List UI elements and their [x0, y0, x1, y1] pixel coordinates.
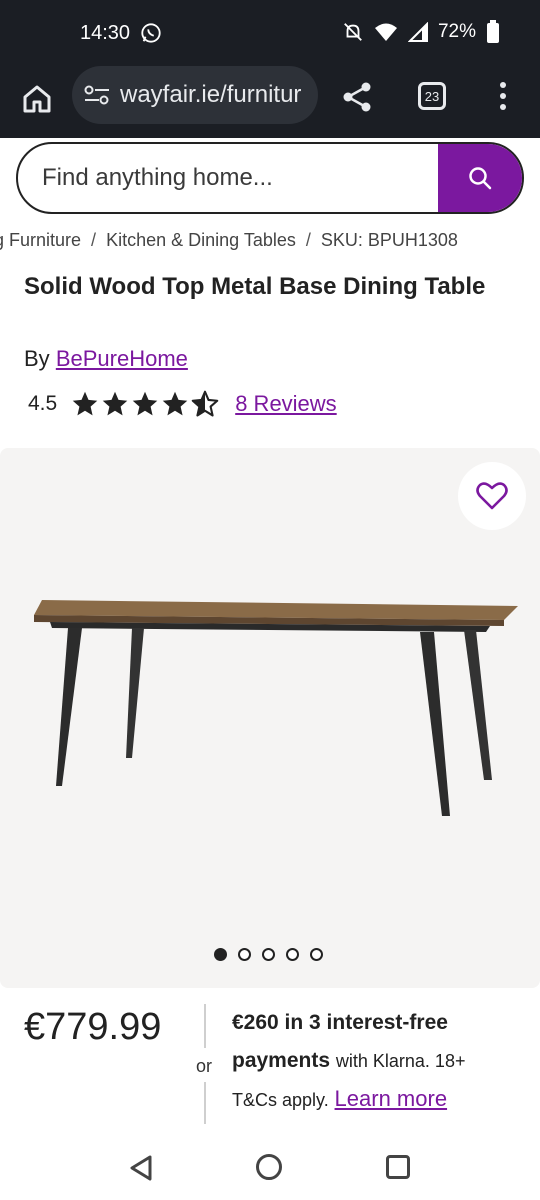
breadcrumb-item-furniture[interactable]: g Furniture — [0, 230, 81, 250]
price: €779.99 — [24, 1006, 162, 1048]
star-full-icon — [162, 391, 188, 416]
battery-icon — [487, 20, 499, 43]
star-full-icon — [102, 391, 128, 416]
gallery-dot[interactable] — [286, 948, 299, 961]
product-image[interactable] — [20, 598, 520, 838]
home-nav-icon[interactable] — [256, 1154, 282, 1180]
product-gallery[interactable] — [0, 448, 540, 988]
site-settings-icon[interactable] — [84, 84, 110, 106]
status-time: 14:30 — [80, 22, 131, 44]
url-text: wayfair.ie/furnitur — [120, 81, 302, 108]
system-nav-bar — [0, 1138, 540, 1200]
star-full-icon — [72, 391, 98, 416]
gallery-dot-active[interactable] — [214, 948, 227, 961]
rating-summary: 4.5 8 Reviews — [28, 390, 337, 418]
divider-line — [204, 1004, 206, 1048]
gallery-dot[interactable] — [310, 948, 323, 961]
status-icons: 72% — [342, 20, 500, 44]
breadcrumb-item-sku: SKU: BPUH1308 — [320, 230, 458, 250]
whatsapp-icon — [141, 23, 161, 43]
share-icon[interactable] — [340, 80, 374, 114]
tab-count: 23 — [424, 88, 440, 104]
search-icon — [469, 167, 492, 190]
rating-stars — [71, 390, 219, 418]
brand-link[interactable]: BePureHome — [56, 346, 188, 371]
by-label: By — [24, 346, 50, 371]
brand-byline: By BePureHome — [24, 346, 188, 372]
recents-icon[interactable] — [386, 1155, 410, 1179]
heart-outline-icon — [476, 482, 508, 510]
tab-switcher-button[interactable]: 23 — [418, 82, 446, 110]
star-half-icon — [191, 390, 219, 417]
search-bar — [16, 142, 524, 214]
battery-percent: 72% — [437, 21, 476, 42]
product-page: g Furniture / Kitchen & Dining Tables / SKU:… — [0, 138, 540, 1138]
breadcrumb-item-dining-tables[interactable]: Kitchen & Dining Tables — [106, 230, 296, 250]
more-menu-icon[interactable] — [498, 80, 508, 112]
home-icon[interactable] — [20, 82, 54, 116]
favorite-button[interactable] — [458, 462, 526, 530]
back-icon[interactable] — [128, 1154, 154, 1182]
gallery-pagination — [214, 948, 323, 961]
mute-notifications-icon — [344, 23, 362, 41]
divider-line — [204, 1082, 206, 1124]
breadcrumb-separator: / — [91, 230, 97, 250]
address-bar[interactable]: wayfair.ie/furnitur — [72, 66, 318, 124]
klarna-financing: €260 in 3 interest-free payments with Kl… — [232, 1004, 532, 1119]
learn-more-link[interactable]: Learn more — [335, 1086, 448, 1111]
search-button[interactable] — [438, 144, 522, 212]
breadcrumb: g Furniture / Kitchen & Dining Tables / SKU:… — [0, 230, 458, 251]
gallery-dot[interactable] — [238, 948, 251, 961]
signal-icon — [407, 22, 428, 42]
reviews-link[interactable]: 8 Reviews — [235, 391, 336, 417]
status-bar: 14:30 72% — [0, 0, 540, 66]
klarna-text: with Klarna. 18+ — [335, 1051, 466, 1071]
browser-toolbar: wayfair.ie/furnitur 23 — [0, 66, 540, 138]
star-full-icon — [132, 391, 158, 416]
search-input[interactable] — [18, 144, 438, 212]
klarna-terms: T&Cs apply. — [232, 1090, 329, 1110]
product-title: Solid Wood Top Metal Base Dining Table — [24, 273, 486, 300]
klarna-payments-label: payments — [232, 1049, 331, 1072]
rating-value: 4.5 — [28, 392, 58, 415]
wifi-icon — [374, 23, 397, 41]
or-label: or — [196, 1056, 213, 1077]
breadcrumb-separator: / — [305, 230, 311, 250]
gallery-dot[interactable] — [262, 948, 275, 961]
klarna-amount: €260 in 3 interest-free — [232, 1011, 448, 1034]
price-divider: or — [196, 1004, 216, 1124]
